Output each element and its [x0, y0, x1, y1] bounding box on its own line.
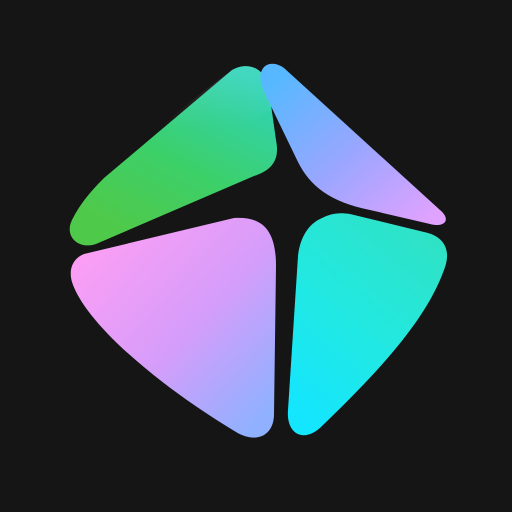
app-logo-icon — [69, 63, 448, 438]
bottom-left-petal — [70, 217, 277, 438]
app-icon — [0, 0, 512, 512]
bottom-right-petal — [287, 213, 448, 436]
top-right-petal — [260, 63, 446, 226]
